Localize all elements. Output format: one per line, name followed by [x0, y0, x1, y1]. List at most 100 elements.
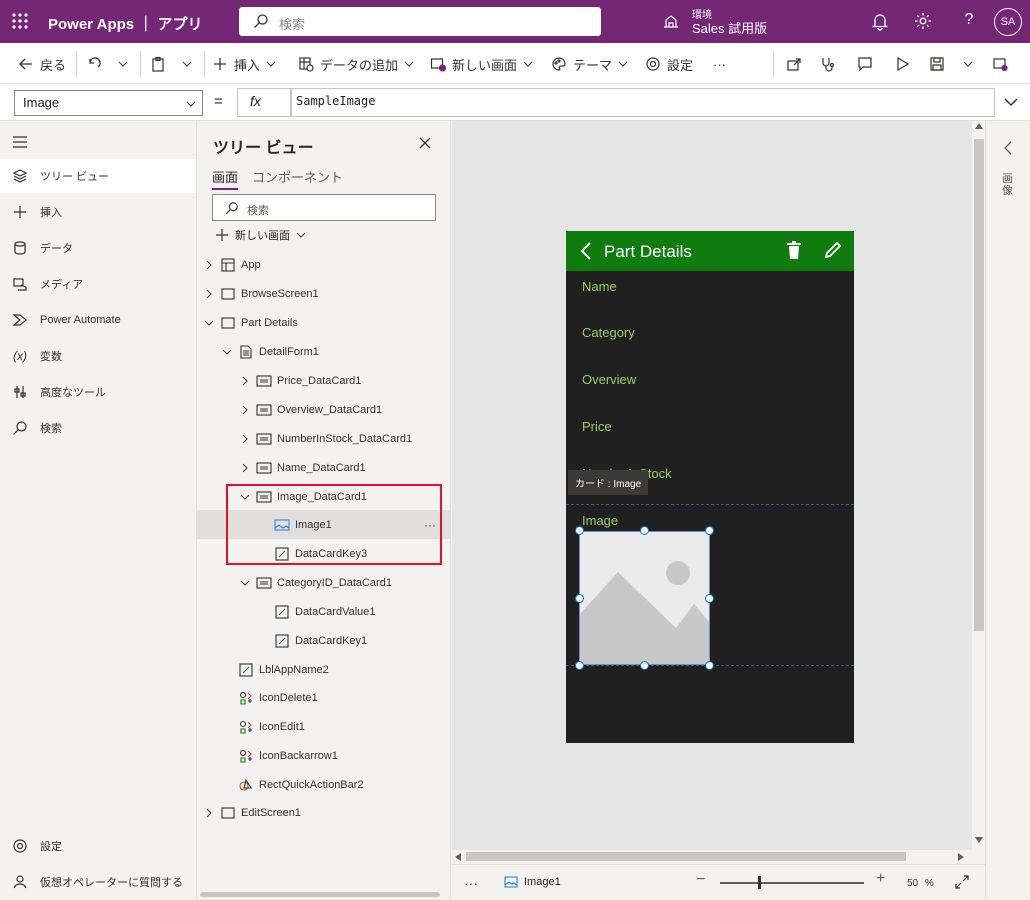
chevron-right-icon[interactable]: [203, 808, 215, 818]
tree-node-detailform1[interactable]: DetailForm1: [197, 337, 450, 366]
resize-handle[interactable]: [705, 661, 714, 670]
tree-node-icondelete1[interactable]: IconDelete1: [197, 683, 450, 712]
tab-screens[interactable]: 画面: [212, 167, 239, 190]
chevron-right-icon[interactable]: [203, 289, 215, 299]
chevron-down-icon[interactable]: [221, 348, 233, 356]
fx-button[interactable]: fx: [237, 88, 291, 117]
rail-item-label: 設定: [40, 841, 62, 853]
formula-input[interactable]: SampleImage: [291, 88, 995, 117]
resize-handle[interactable]: [575, 661, 584, 670]
zoom-in-button[interactable]: +: [876, 870, 885, 888]
rail-item-media[interactable]: メディア: [0, 267, 196, 301]
environment-name[interactable]: Sales 試用版: [692, 18, 767, 37]
resize-handle[interactable]: [705, 526, 714, 535]
back-arrow-icon[interactable]: [580, 242, 592, 260]
design-canvas[interactable]: Part Details Name Category Overview Pric…: [452, 121, 985, 863]
tree-node-app[interactable]: App: [197, 250, 450, 279]
chevron-right-icon[interactable]: [239, 434, 251, 444]
zoom-slider-thumb[interactable]: [757, 876, 761, 889]
rail-item-advanced-tools[interactable]: 高度なツール: [0, 375, 196, 409]
undo-dropdown[interactable]: [118, 54, 128, 74]
zoom-out-button[interactable]: −: [696, 871, 705, 889]
share-icon[interactable]: [786, 54, 802, 74]
tree-node-lblappname2[interactable]: LblAppName2: [197, 655, 450, 684]
tree-node-iconedit1[interactable]: IconEdit1: [197, 712, 450, 741]
horizontal-scrollbar[interactable]: [452, 850, 972, 863]
property-selector[interactable]: Image: [14, 90, 203, 116]
tree-node-price-datacard1[interactable]: Price_DataCard1: [197, 366, 450, 395]
part-details-screen[interactable]: Part Details Name Category Overview Pric…: [566, 231, 854, 743]
edit-pencil-icon[interactable]: [824, 241, 842, 259]
play-icon[interactable]: [894, 54, 910, 74]
rail-item-power-automate[interactable]: Power Automate: [0, 303, 196, 337]
save-dropdown[interactable]: [963, 54, 973, 74]
new-screen-button[interactable]: 新しい画面: [215, 227, 306, 243]
paste-dropdown[interactable]: [182, 54, 192, 74]
tree-node-iconbackarrow1[interactable]: IconBackarrow1: [197, 741, 450, 770]
horizontal-scrollbar[interactable]: [200, 892, 440, 897]
resize-handle[interactable]: [705, 594, 714, 603]
breadcrumb[interactable]: Image1: [504, 876, 561, 888]
image1-control[interactable]: [579, 531, 710, 665]
tree-node-overview-datacard1[interactable]: Overview_DataCard1: [197, 395, 450, 424]
tree-node-datacardvalue1[interactable]: DataCardValue1: [197, 597, 450, 626]
insert-button[interactable]: 挿入: [212, 54, 276, 74]
zoom-slider[interactable]: [720, 882, 864, 884]
chevron-right-icon[interactable]: [239, 463, 251, 473]
rail-item-data[interactable]: データ: [0, 231, 196, 265]
settings-gear-icon[interactable]: [913, 11, 935, 33]
horizontal-scroll-thumb[interactable]: [466, 852, 906, 861]
theme-button[interactable]: テーマ: [551, 54, 628, 74]
publish-icon[interactable]: [992, 54, 1008, 74]
resize-handle[interactable]: [575, 594, 584, 603]
tree-node-name-datacard1[interactable]: Name_DataCard1: [197, 453, 450, 482]
comments-icon[interactable]: [857, 54, 873, 74]
resize-handle[interactable]: [640, 526, 649, 535]
chevron-right-icon[interactable]: [239, 405, 251, 415]
tree-node-editscreen1[interactable]: EditScreen1: [197, 798, 450, 827]
more-commands-button[interactable]: ···: [713, 54, 726, 74]
save-icon[interactable]: [929, 54, 945, 74]
chevron-down-icon[interactable]: [239, 579, 251, 587]
undo-button[interactable]: [86, 54, 102, 74]
tree-node-browsescreen1[interactable]: BrowseScreen1: [197, 279, 450, 308]
hamburger-menu-icon[interactable]: [12, 135, 28, 149]
tab-components[interactable]: コンポーネント: [252, 167, 343, 186]
paste-button[interactable]: [150, 54, 166, 74]
rail-item-virtual-agent[interactable]: 仮想オペレーターに質問する: [0, 865, 196, 899]
chevron-right-icon[interactable]: [203, 260, 215, 270]
tree-node-datacardkey1[interactable]: DataCardKey1: [197, 626, 450, 655]
fit-to-window-icon[interactable]: [955, 875, 969, 889]
trash-icon[interactable]: [786, 241, 802, 259]
app-launcher-icon[interactable]: [8, 8, 34, 34]
tree-search-input[interactable]: 検索: [212, 194, 436, 221]
tree-node-numberinstock-datacard1[interactable]: NumberInStock_DataCard1: [197, 424, 450, 453]
chevron-left-icon[interactable]: [1004, 141, 1012, 155]
rail-item-variables[interactable]: (x) 変数: [0, 339, 196, 373]
tree-node-categoryid-datacard1[interactable]: CategoryID_DataCard1: [197, 568, 450, 597]
add-data-button[interactable]: データの追加: [298, 54, 414, 74]
help-icon[interactable]: ?: [958, 11, 980, 33]
notifications-icon[interactable]: [870, 11, 892, 33]
more-options-icon[interactable]: ···: [464, 875, 478, 891]
vertical-scroll-thumb[interactable]: [974, 139, 984, 631]
new-screen-button[interactable]: 新しい画面: [430, 54, 533, 74]
tree-node-part-details[interactable]: Part Details: [197, 308, 450, 337]
properties-panel-label[interactable]: 画像: [1002, 173, 1016, 197]
avatar[interactable]: SA: [994, 8, 1022, 36]
settings-button[interactable]: 設定: [645, 54, 693, 74]
rail-item-settings[interactable]: 設定: [0, 829, 196, 863]
resize-handle[interactable]: [575, 526, 584, 535]
rail-item-tree-view[interactable]: ツリー ビュー: [0, 159, 196, 193]
expand-formula-icon[interactable]: [1003, 96, 1019, 108]
tree-node-rectquickactionbar2[interactable]: RectQuickActionBar2: [197, 770, 450, 799]
rail-item-search[interactable]: 検索: [0, 411, 196, 445]
close-icon[interactable]: [419, 137, 431, 149]
back-button[interactable]: 戻る: [18, 54, 66, 74]
app-checker-icon[interactable]: [820, 54, 836, 74]
global-search-input[interactable]: 検索: [239, 7, 601, 36]
chevron-down-icon[interactable]: [203, 319, 215, 327]
rail-item-insert[interactable]: 挿入: [0, 195, 196, 229]
chevron-right-icon[interactable]: [239, 376, 251, 386]
resize-handle[interactable]: [640, 661, 649, 670]
